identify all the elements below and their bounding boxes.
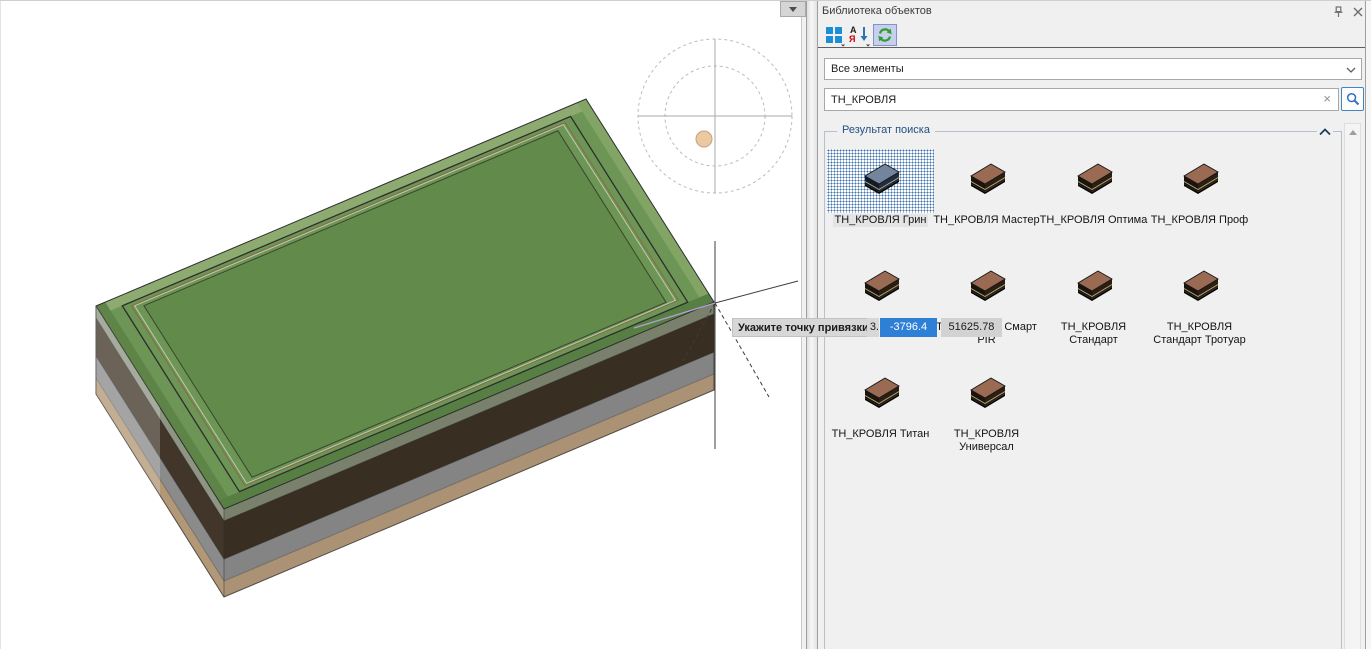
roof-slab-icon <box>1071 161 1117 201</box>
library-item[interactable]: ТН_КРОВЛЯ Проф <box>1146 149 1253 227</box>
library-item[interactable]: ТН_КРОВЛЯ Титан <box>827 363 934 441</box>
triangle-up-icon <box>1349 130 1357 135</box>
drawing-viewport[interactable] <box>0 1 806 649</box>
library-item-label: ТН_КРОВЛЯ Титан <box>827 428 934 441</box>
navigation-wheel[interactable] <box>638 39 792 193</box>
library-item-label: ТН_КРОВЛЯ Грин <box>827 214 934 227</box>
library-item[interactable] <box>827 256 934 321</box>
coordinate-z-input[interactable]: 51625.78 <box>941 318 1002 337</box>
library-item-label: ТН_КРОВЛЯ Универсал <box>933 428 1040 454</box>
library-item[interactable]: ТН_КРОВЛЯ Мастер <box>933 149 1040 227</box>
library-item-iconbox <box>827 256 934 320</box>
library-item[interactable]: ТН_КРОВЛЯ Стандарт <box>1040 256 1147 347</box>
scroll-up-button[interactable] <box>1345 124 1360 140</box>
library-item[interactable]: ТН_КРОВЛЯ Стандарт Тротуар <box>1146 256 1253 347</box>
library-item-iconbox <box>1146 149 1253 213</box>
roof-slab-icon <box>964 268 1010 308</box>
application-window: Библиотека объектов <box>0 0 1371 649</box>
roof-slab-icon <box>858 268 904 308</box>
library-item-label: ТН_КРОВЛЯ Стандарт <box>1040 321 1147 347</box>
coordinate-x-fragment[interactable]: 3. <box>867 318 879 337</box>
snap-prompt-tooltip: Укажите точку привязки: <box>732 318 878 337</box>
panel-right-margin <box>1366 1 1371 649</box>
roof-slab-icon <box>858 375 904 415</box>
viewport-canvas <box>1 1 807 649</box>
library-item-label: ТН_КРОВЛЯ Проф <box>1146 214 1253 227</box>
library-item-iconbox <box>1040 256 1147 320</box>
library-item-iconbox <box>1146 256 1253 320</box>
library-item-label: ТН_КРОВЛЯ Оптима <box>1040 214 1147 227</box>
wheel-drag-dot[interactable] <box>696 131 712 147</box>
roof-slab-icon <box>1177 161 1223 201</box>
library-item-label: ТН_КРОВЛЯ Стандарт Тротуар <box>1146 321 1253 347</box>
roof-slab-icon <box>1177 268 1223 308</box>
roof-slab-icon <box>964 161 1010 201</box>
coordinate-y-input[interactable]: -3796.4 <box>880 318 937 337</box>
roof-slab-icon <box>964 375 1010 415</box>
library-item-iconbox <box>933 256 1040 320</box>
chevron-down-icon <box>789 7 797 12</box>
viewport-menu-button[interactable] <box>780 1 806 17</box>
results-scrollbar[interactable] <box>1344 123 1361 649</box>
library-item[interactable]: ТН_КРОВЛЯ Универсал <box>933 363 1040 454</box>
library-item-iconbox <box>1040 149 1147 213</box>
library-item-iconbox <box>827 149 934 213</box>
library-item-iconbox <box>933 363 1040 427</box>
library-item[interactable]: ТН_КРОВЛЯ Оптима <box>1040 149 1147 227</box>
library-item-iconbox <box>827 363 934 427</box>
roof-slab-icon <box>858 161 904 201</box>
roof-3d-model[interactable] <box>96 99 714 597</box>
library-item-iconbox <box>933 149 1040 213</box>
library-item[interactable]: ТН_КРОВЛЯ Грин <box>827 149 934 227</box>
roof-slab-icon <box>1071 268 1117 308</box>
library-item-label: ТН_КРОВЛЯ Мастер <box>933 214 1040 227</box>
